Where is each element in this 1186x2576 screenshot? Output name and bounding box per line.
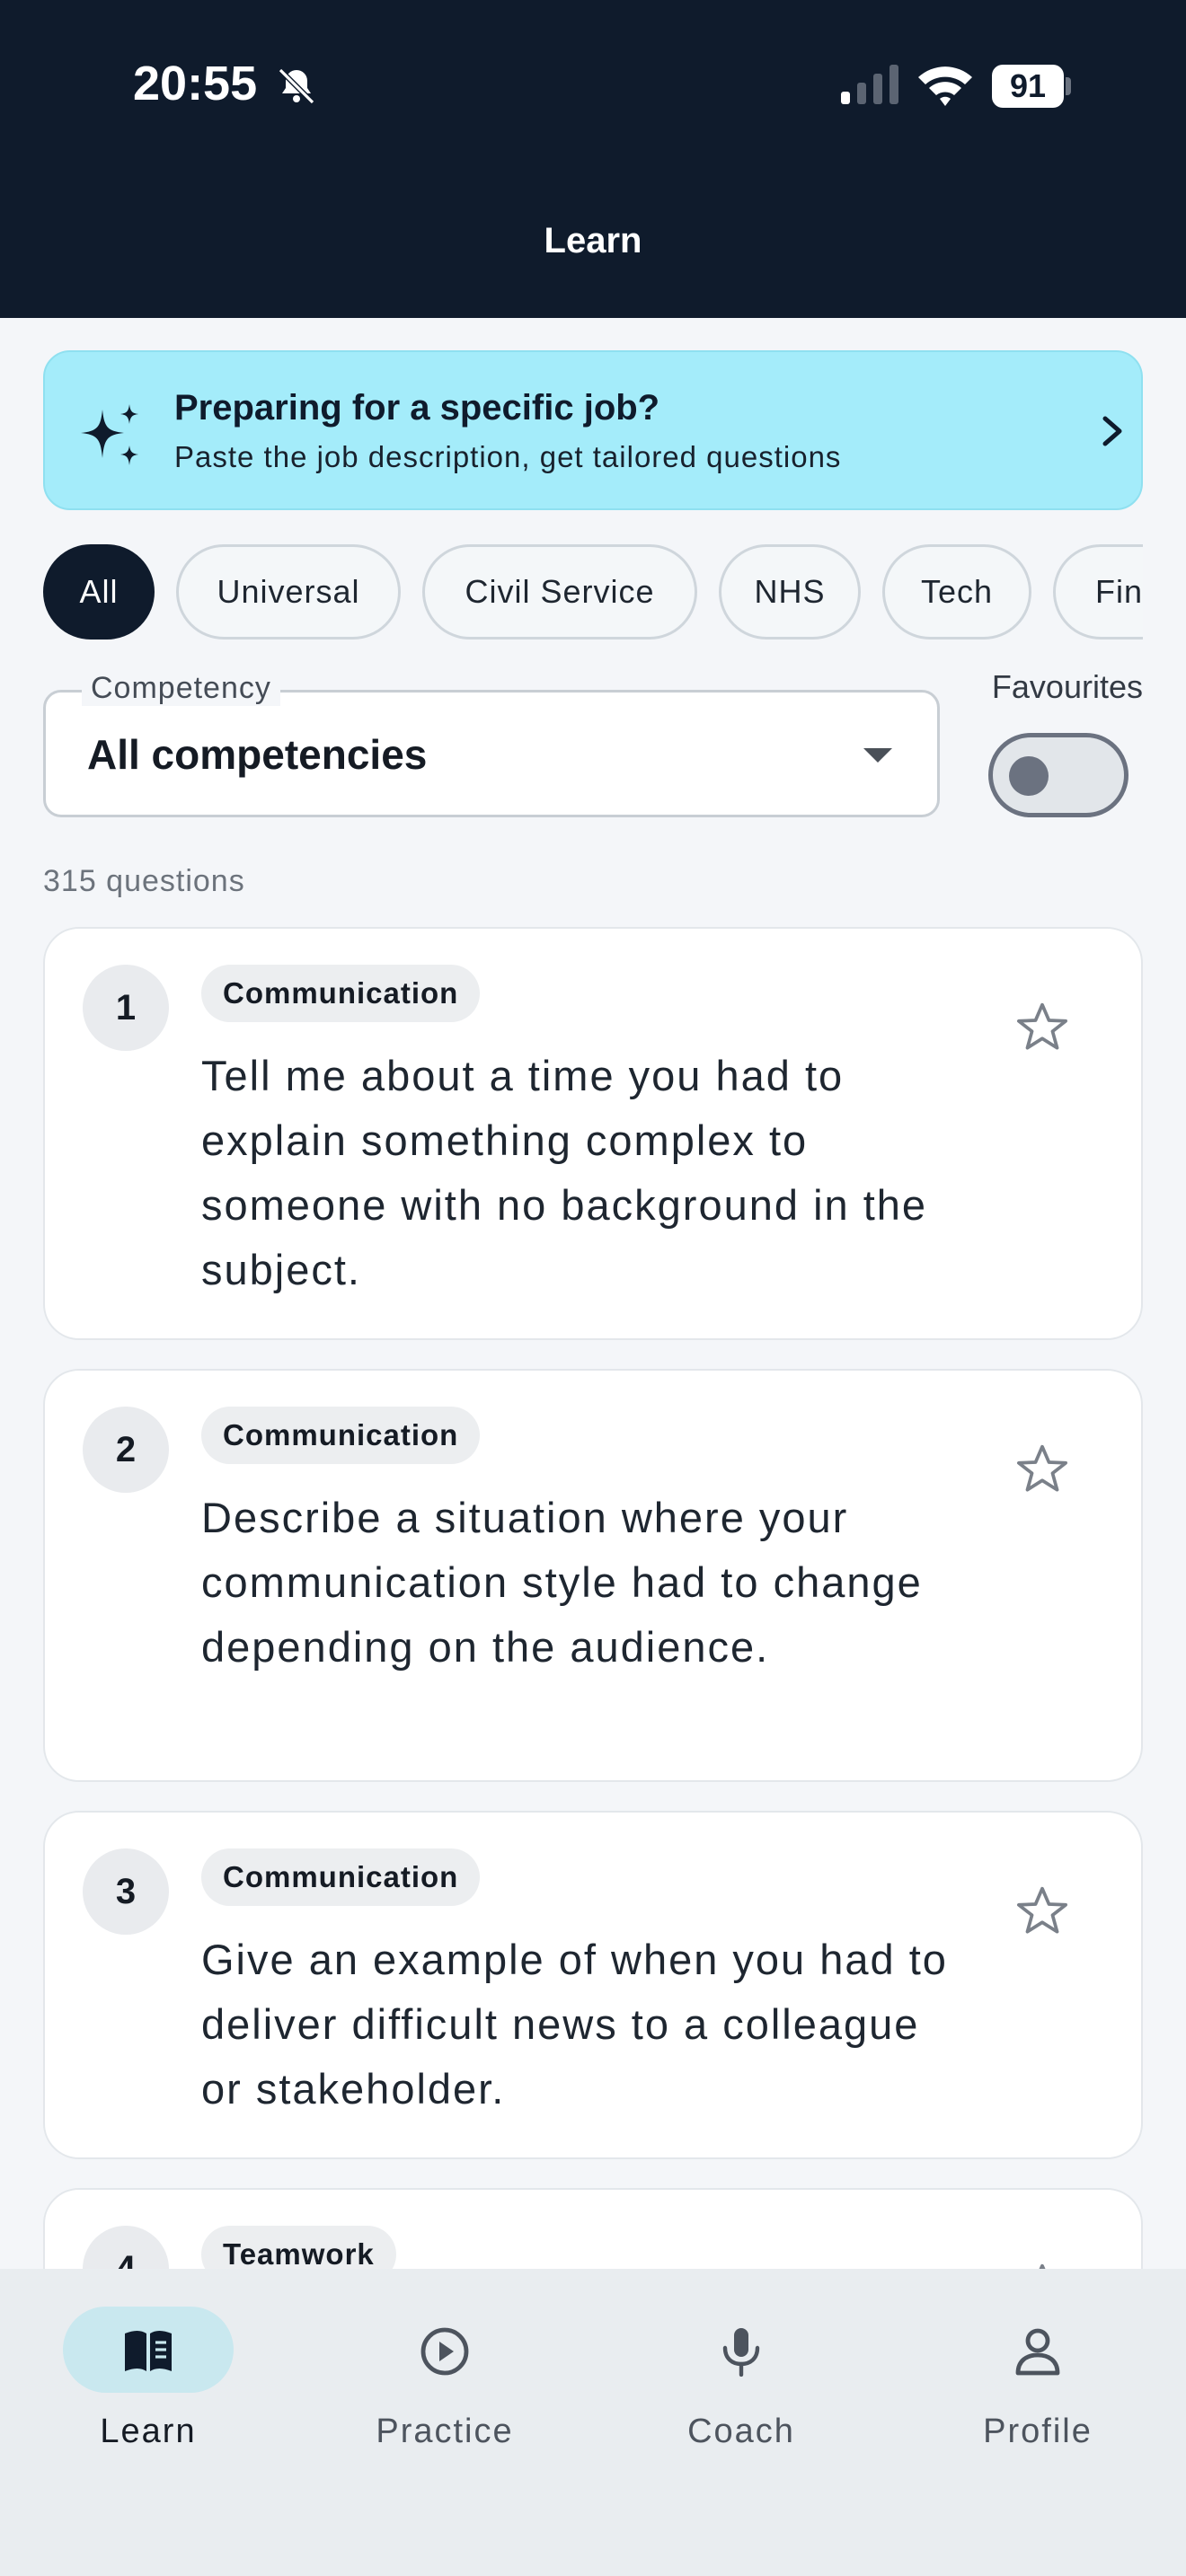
- tab-practice[interactable]: Practice: [325, 2307, 559, 2468]
- battery-level: 91: [992, 65, 1064, 108]
- star-icon[interactable]: [1013, 1883, 1071, 1940]
- tab-label-coach: Coach: [687, 2413, 795, 2450]
- cellular-signal-icon: [841, 65, 898, 104]
- question-number: 3: [83, 1848, 169, 1935]
- question-text: Tell me about a time you had to explain …: [201, 1052, 928, 1293]
- bell-muted-icon: [278, 67, 315, 105]
- page-title: Learn: [544, 221, 642, 260]
- status-time: 20:55: [133, 57, 258, 110]
- banner-subtitle: Paste the job description, get tailored …: [174, 440, 842, 473]
- competency-tag: Communication: [201, 1407, 481, 1464]
- chevron-right-icon: [1102, 416, 1122, 446]
- dropdown-arrow-icon: [863, 748, 892, 763]
- chip-universal[interactable]: Universal: [176, 544, 401, 640]
- star-icon[interactable]: [1013, 999, 1071, 1056]
- question-number: 1: [83, 965, 169, 1051]
- job-description-banner[interactable]: Preparing for a specific job? Paste the …: [43, 350, 1143, 510]
- competency-tag: Communication: [201, 965, 481, 1022]
- chip-finance[interactable]: Fina: [1053, 544, 1143, 640]
- filter-chip-row[interactable]: All Universal Civil Service NHS Tech Fin…: [43, 544, 1143, 640]
- microphone-icon: [722, 2328, 760, 2377]
- competency-select[interactable]: Competency All competencies: [43, 671, 940, 817]
- question-text: Give an example of when you had to deliv…: [201, 1936, 948, 2113]
- wifi-icon: [918, 66, 972, 106]
- question-card[interactable]: 2 Communication Describe a situation whe…: [43, 1369, 1143, 1782]
- question-count: 315 questions: [43, 864, 245, 898]
- question-card[interactable]: 1 Communication Tell me about a time you…: [43, 927, 1143, 1340]
- chip-tech[interactable]: Tech: [882, 544, 1031, 640]
- chip-nhs[interactable]: NHS: [719, 544, 861, 640]
- chip-all[interactable]: All: [43, 544, 155, 640]
- favourites-toggle[interactable]: [988, 733, 1128, 817]
- tab-label-practice: Practice: [376, 2413, 514, 2450]
- battery-tip: [1066, 77, 1071, 95]
- star-icon[interactable]: [1013, 1441, 1071, 1498]
- competency-tag: Communication: [201, 1848, 481, 1906]
- bottom-tab-bar: Learn Practice Coach Profile: [0, 2269, 1186, 2576]
- play-circle-icon: [420, 2327, 469, 2376]
- book-icon: [125, 2331, 172, 2371]
- favourites-label: Favourites: [991, 668, 1143, 705]
- top-header: 20:55 91 Learn: [0, 0, 1186, 318]
- toggle-knob: [1009, 756, 1049, 796]
- tab-label-profile: Profile: [983, 2413, 1093, 2450]
- tab-coach[interactable]: Coach: [622, 2307, 855, 2468]
- competency-value: All competencies: [87, 731, 428, 778]
- question-text: Describe a situation where your communic…: [201, 1494, 923, 1671]
- banner-title: Preparing for a specific job?: [174, 388, 660, 428]
- battery-indicator: 91: [992, 65, 1071, 108]
- tab-label-learn: Learn: [100, 2413, 197, 2450]
- competency-label: Competency: [82, 671, 280, 706]
- question-number: 2: [83, 1407, 169, 1493]
- sparkle-icon: [81, 404, 138, 465]
- person-icon: [1015, 2328, 1060, 2376]
- tab-learn[interactable]: Learn: [29, 2307, 262, 2468]
- question-card[interactable]: 3 Communication Give an example of when …: [43, 1811, 1143, 2159]
- tab-profile[interactable]: Profile: [918, 2307, 1152, 2468]
- chip-civil-service[interactable]: Civil Service: [422, 544, 697, 640]
